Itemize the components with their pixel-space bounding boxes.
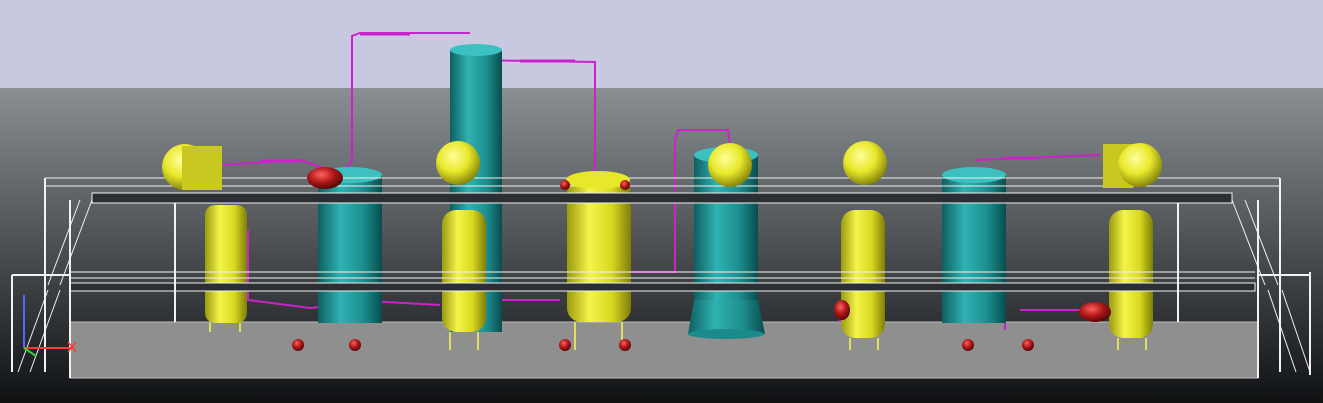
3d-model-viewport[interactable] (0, 0, 1323, 403)
plant-3d-scene[interactable] (0, 0, 1323, 403)
ground-slab (69, 321, 1259, 379)
sky-background (0, 0, 1323, 88)
ucs-axis-icon (23, 295, 77, 357)
